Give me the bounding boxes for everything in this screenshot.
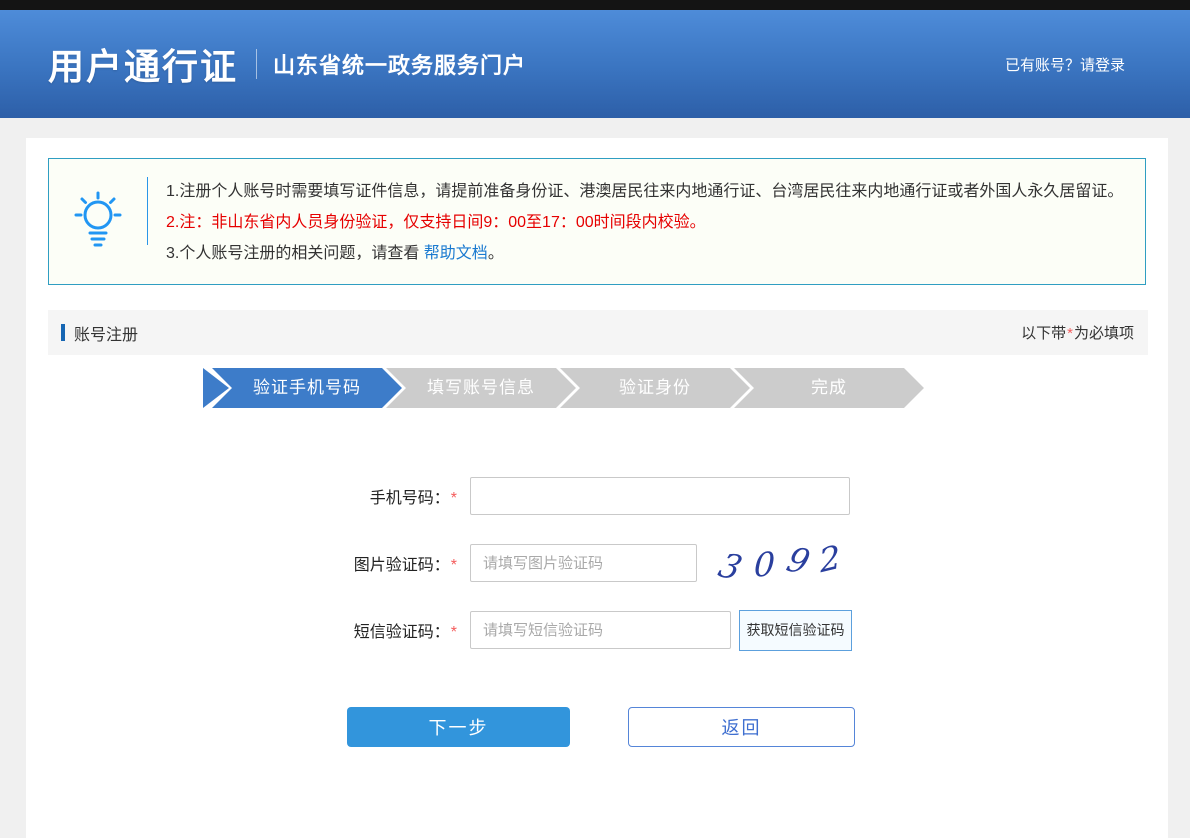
app-title: 用户通行证 <box>48 38 238 90</box>
image-captcha-row: 图片验证码：* 3092 <box>196 544 1168 582</box>
notice-box: 1.注册个人账号时需要填写证件信息，请提前准备身份证、港澳居民往来内地通行证、台… <box>48 158 1146 285</box>
notice-line-3-text: 3.个人账号注册的相关问题，请查看 <box>166 245 424 262</box>
required-note: 以下带*为必填项 <box>1021 322 1134 343</box>
page-header: 用户通行证 山东省统一政务服务门户 已有账号？请登录 <box>0 10 1190 118</box>
image-captcha-input[interactable] <box>470 544 697 582</box>
sms-code-required-star: * <box>450 624 458 641</box>
portal-subtitle: 山东省统一政务服务门户 <box>273 48 526 80</box>
registration-form: 手机号码：* 图片验证码：* 3092 短信验证码：* 获取短信验证码 下一步 … <box>26 477 1168 747</box>
notice-line-1: 1.注册个人账号时需要填写证件信息，请提前准备身份证、港澳居民往来内地通行证、台… <box>166 176 1123 207</box>
login-link[interactable]: 已有账号？请登录 <box>1005 54 1125 75</box>
lightbulb-icon <box>70 190 126 253</box>
title-divider <box>256 49 257 79</box>
help-doc-link[interactable]: 帮助文档 <box>424 245 488 262</box>
phone-label-text: 手机号码： <box>370 490 450 507</box>
section-title: 账号注册 <box>74 321 138 345</box>
get-sms-code-button[interactable]: 获取短信验证码 <box>739 610 852 651</box>
step-account-info: 填写账号信息 <box>386 368 576 408</box>
next-step-button[interactable]: 下一步 <box>347 707 570 747</box>
required-note-suffix: 为必填项 <box>1074 325 1134 342</box>
step-complete: 完成 <box>734 368 924 408</box>
phone-label: 手机号码：* <box>196 484 458 508</box>
sms-code-label-text: 短信验证码： <box>354 624 450 641</box>
back-button[interactable]: 返回 <box>628 707 855 747</box>
content-card: 1.注册个人账号时需要填写证件信息，请提前准备身份证、港澳居民往来内地通行证、台… <box>26 138 1168 838</box>
section-accent-bar <box>61 324 65 341</box>
required-star: * <box>1066 325 1074 342</box>
phone-row: 手机号码：* <box>196 477 1168 515</box>
step-verify-phone: 验证手机号码 <box>212 368 402 408</box>
window-top-bar <box>0 0 1190 10</box>
sms-code-row: 短信验证码：* 获取短信验证码 <box>196 611 1168 649</box>
form-actions: 下一步 返回 <box>347 707 1168 747</box>
sms-code-input[interactable] <box>470 611 731 649</box>
required-note-prefix: 以下带 <box>1021 325 1066 342</box>
notice-line-3-suffix: 。 <box>488 245 504 262</box>
image-captcha-label-text: 图片验证码： <box>354 557 450 574</box>
sms-code-label: 短信验证码：* <box>196 618 458 642</box>
captcha-image[interactable]: 3092 <box>712 544 849 583</box>
step-indicator: 验证手机号码 填写账号信息 验证身份 完成 <box>203 368 1168 408</box>
phone-input[interactable] <box>470 477 850 515</box>
image-captcha-required-star: * <box>450 557 458 574</box>
notice-line-3: 3.个人账号注册的相关问题，请查看 帮助文档。 <box>166 238 1123 269</box>
section-header: 账号注册 以下带*为必填项 <box>48 310 1148 355</box>
image-captcha-label: 图片验证码：* <box>196 551 458 575</box>
notice-line-2: 2.注：非山东省内人员身份验证，仅支持日间9：00至17：00时间段内校验。 <box>166 207 1123 238</box>
step-verify-identity: 验证身份 <box>560 368 750 408</box>
phone-required-star: * <box>450 490 458 507</box>
